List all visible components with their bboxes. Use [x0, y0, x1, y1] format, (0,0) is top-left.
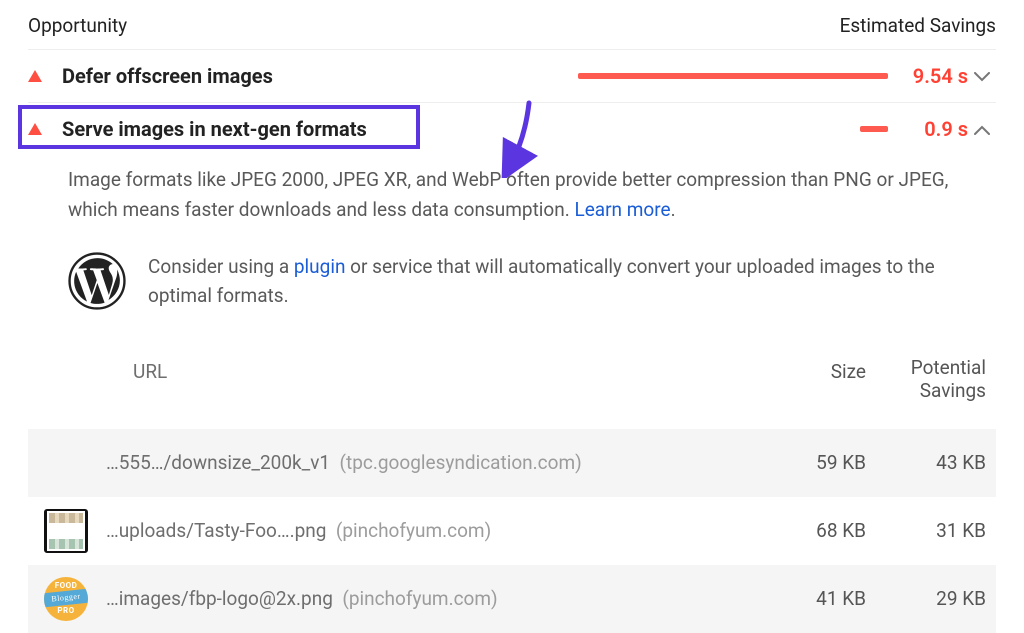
cell-size: 68 KB — [766, 516, 866, 546]
cell-url[interactable]: …555…/downsize_200k_v1 (tpc.googlesyndic… — [106, 448, 766, 478]
col-estimated-savings: Estimated Savings — [840, 14, 996, 37]
images-table: URL Size Potential Savings …555…/downsiz… — [28, 349, 996, 633]
col-size: Size — [756, 357, 866, 403]
opportunity-detail: Image formats like JPEG 2000, JPEG XR, a… — [28, 155, 996, 633]
savings-bar — [860, 126, 888, 132]
cell-savings: 29 KB — [866, 584, 986, 614]
savings-value: 0.9 s — [898, 117, 968, 141]
cell-url[interactable]: …uploads/Tasty-Foo….png (pinchofyum.com) — [106, 516, 766, 546]
warning-triangle-icon — [28, 123, 42, 135]
cell-savings: 43 KB — [866, 448, 986, 478]
warning-triangle-icon — [28, 70, 42, 82]
chevron-up-icon[interactable] — [968, 116, 996, 140]
col-url: URL — [133, 357, 756, 403]
description-text: Image formats like JPEG 2000, JPEG XR, a… — [68, 168, 948, 221]
plugin-link[interactable]: plugin — [294, 255, 346, 278]
thumbnail[interactable] — [44, 509, 88, 553]
savings-bar — [578, 73, 888, 79]
cell-size: 41 KB — [766, 584, 866, 614]
cell-size: 59 KB — [766, 448, 866, 478]
table-row: …uploads/Tasty-Foo….png (pinchofyum.com)… — [28, 497, 996, 565]
wordpress-icon — [68, 252, 126, 319]
opportunity-title: Defer offscreen images — [62, 64, 273, 88]
chevron-down-icon[interactable] — [968, 63, 996, 87]
opportunity-title: Serve images in next-gen formats — [62, 117, 367, 141]
savings-bar-wrap — [273, 73, 898, 79]
cell-savings: 31 KB — [866, 516, 986, 546]
platform-tip: Consider using a plugin or service that … — [68, 252, 996, 319]
cell-url[interactable]: …images/fbp-logo@2x.png (pinchofyum.com) — [106, 584, 766, 614]
opportunity-row[interactable]: Serve images in next-gen formats 0.9 s — [28, 102, 996, 155]
col-potential-savings: Potential Savings — [866, 357, 986, 403]
learn-more-link[interactable]: Learn more — [574, 198, 670, 221]
savings-value: 9.54 s — [898, 64, 968, 88]
table-header: Opportunity Estimated Savings — [28, 10, 996, 49]
col-opportunity: Opportunity — [28, 14, 127, 37]
opportunity-row[interactable]: Defer offscreen images 9.54 s — [28, 49, 996, 102]
table-head: URL Size Potential Savings — [28, 349, 996, 429]
table-row: FOOD Blogger PRO …images/fbp-logo@2x.png… — [28, 565, 996, 633]
thumbnail[interactable]: FOOD Blogger PRO — [44, 577, 88, 621]
table-row: …555…/downsize_200k_v1 (tpc.googlesyndic… — [28, 429, 996, 497]
savings-bar-wrap — [367, 126, 898, 132]
platform-tip-text: Consider using a plugin or service that … — [148, 252, 996, 311]
